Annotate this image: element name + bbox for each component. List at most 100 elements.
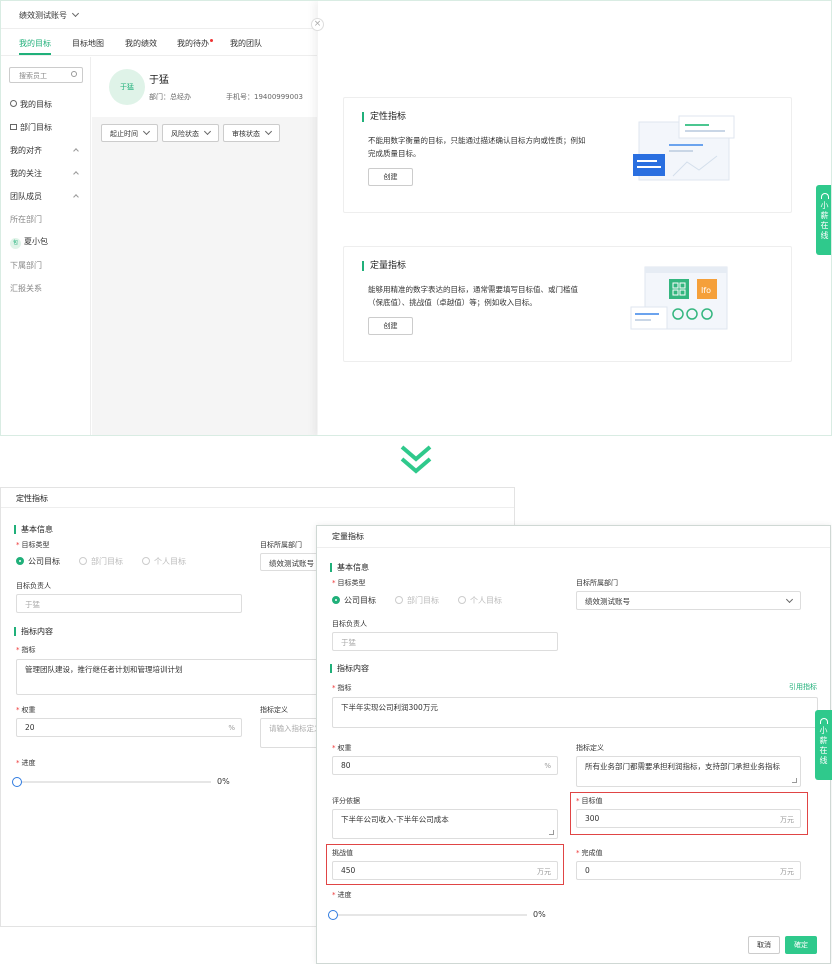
radio-dot: [79, 557, 87, 565]
tab-my-team[interactable]: 我的团队: [230, 38, 262, 49]
goal-type-label: * 目标类型: [332, 579, 366, 587]
section-indicator: 指标内容: [330, 664, 369, 673]
sidebar-item-my-goals[interactable]: 我的目标: [10, 99, 52, 110]
complete-value: 0: [585, 866, 590, 875]
radio-dot: [332, 596, 340, 604]
quote-indicator-link[interactable]: 引用指标: [789, 682, 817, 692]
radio-label: 公司目标: [28, 557, 60, 566]
label-text: 进度: [21, 759, 36, 767]
definition-value: 所有业务部门都需要承担利润指标，支持部门承担业务指标: [585, 762, 780, 771]
chevron-up-icon[interactable]: [73, 148, 79, 154]
account-switcher[interactable]: 绩效测试账号: [19, 9, 80, 21]
label-text: 权重: [337, 744, 352, 752]
radio-dot: [16, 557, 24, 565]
radio-label: 个人目标: [154, 557, 186, 566]
sidebar-item-member[interactable]: 包夏小包: [10, 236, 48, 249]
radio-company-goal[interactable]: 公司目标: [16, 556, 60, 567]
radio-label: 公司目标: [344, 596, 376, 605]
progress-slider[interactable]: [16, 781, 211, 783]
owner-field[interactable]: 于猛: [16, 594, 242, 613]
weight-input[interactable]: 20%: [16, 718, 242, 737]
label-text: 指标: [21, 646, 36, 654]
filter-label: 风险状态: [171, 130, 199, 138]
label-text: 目标类型: [21, 541, 50, 549]
profile-dept: 部门：总经办: [149, 93, 191, 101]
sidebar-item-following[interactable]: 我的关注: [10, 168, 42, 179]
radio-label: 部门目标: [91, 557, 123, 566]
sidebar-item-sub-dept[interactable]: 下属部门: [10, 260, 42, 271]
goal-type-label: * 目标类型: [16, 541, 50, 549]
owner-label: 目标负责人: [332, 620, 367, 628]
weight-input[interactable]: 80%: [332, 756, 558, 775]
tab-my-goals[interactable]: 我的目标: [19, 38, 51, 49]
filter-date-range[interactable]: 起止时间: [101, 124, 158, 142]
profile-name: 于猛: [149, 75, 169, 86]
dept-select[interactable]: 绩效测试账号: [576, 591, 801, 610]
tab-my-todo[interactable]: 我的待办: [177, 38, 213, 49]
chevron-down-icon: [71, 9, 80, 18]
create-quantitative-button[interactable]: 创建: [368, 317, 413, 335]
close-icon[interactable]: ×: [311, 18, 324, 31]
radio-dept-goal[interactable]: 部门目标: [79, 556, 123, 567]
search-input[interactable]: 搜索员工: [9, 67, 83, 83]
goals-app-window: 绩效测试账号 我的目标 目标地图 我的绩效 我的待办 我的团队 搜索员工 我的目…: [0, 0, 832, 436]
cancel-button[interactable]: 取消: [748, 936, 780, 954]
qualitative-card: 定性指标 不能用数字衡量的目标，只能通过描述确认目标方向或性质；例如完成质量目标…: [343, 97, 792, 213]
filter-review-status[interactable]: 审核状态: [223, 124, 280, 142]
weight-label: * 权重: [332, 744, 352, 752]
unit: %: [544, 762, 551, 770]
resize-handle-icon[interactable]: [792, 778, 797, 783]
create-qualitative-button[interactable]: 创建: [368, 168, 413, 186]
weight-value: 80: [341, 761, 351, 770]
resize-handle-icon[interactable]: [549, 830, 554, 835]
radio-dept-goal[interactable]: 部门目标: [395, 595, 439, 606]
owner-field[interactable]: 于猛: [332, 632, 558, 651]
challenge-input[interactable]: 450 万元: [332, 861, 558, 880]
radio-company-goal[interactable]: 公司目标: [332, 595, 376, 606]
definition-textarea[interactable]: 所有业务部门都需要承担利润指标，支持部门承担业务指标: [576, 756, 801, 787]
radio-label: 个人目标: [470, 596, 502, 605]
slider-handle[interactable]: [328, 910, 338, 920]
sidebar-item-dept-goals[interactable]: 部门目标: [10, 122, 52, 133]
chevron-down-icon: [264, 127, 273, 136]
filter-risk-status[interactable]: 风险状态: [162, 124, 219, 142]
card-description: 不能用数字衡量的目标，只能通过描述确认目标方向或性质；例如完成质量目标。: [368, 136, 586, 158]
sidebar-item-own-dept[interactable]: 所在部门: [10, 214, 42, 225]
basis-textarea[interactable]: 下半年公司收入-下半年公司成本: [332, 809, 558, 839]
challenge-label: 挑战值: [332, 849, 353, 857]
online-service-tab[interactable]: 小薪在线: [816, 185, 831, 255]
sidebar-item-reporting[interactable]: 汇报关系: [10, 283, 42, 294]
radio-personal-goal[interactable]: 个人目标: [142, 556, 186, 567]
divider: [1, 507, 514, 508]
goals-main: 于猛 于猛 部门：总经办 手机号：19400999003 起止时间 风险状态 审…: [92, 57, 317, 435]
target-input[interactable]: 300 万元: [576, 809, 801, 828]
label-text: 完成值: [581, 849, 603, 857]
progress-label: * 进度: [16, 759, 36, 767]
section-basic-info: 基本信息: [14, 525, 53, 534]
filter-label: 起止时间: [110, 130, 138, 138]
quantitative-form: 定量指标 基本信息 * 目标类型 公司目标 部门目标 个人目标 目标所属部门 绩效…: [316, 525, 831, 964]
weight-label: * 权重: [16, 706, 36, 714]
basis-value: 下半年公司收入-下半年公司成本: [341, 815, 449, 824]
sidebar-item-team-members[interactable]: 团队成员: [10, 191, 42, 202]
chevron-up-icon[interactable]: [73, 194, 79, 200]
definition-label: 指标定义: [260, 706, 288, 714]
confirm-button[interactable]: 確定: [785, 936, 817, 954]
sidebar-item-alignment[interactable]: 我的对齐: [10, 145, 42, 156]
tab-goal-map[interactable]: 目标地图: [72, 38, 104, 49]
tab-my-performance[interactable]: 我的绩效: [125, 38, 157, 49]
chevron-down-icon: [142, 127, 151, 136]
chevron-up-icon[interactable]: [73, 171, 79, 177]
indicator-textarea[interactable]: 下半年实现公司利润300万元: [332, 697, 818, 728]
sidebar: 搜索员工 我的目标 部门目标 我的对齐 我的关注 团队成员 所在部门 包夏小包 …: [1, 57, 91, 435]
complete-input[interactable]: 0 万元: [576, 861, 801, 880]
progress-slider[interactable]: [332, 914, 527, 916]
profile-header: 于猛 于猛 部门：总经办 手机号：19400999003: [92, 57, 317, 117]
online-service-tab[interactable]: 小薪在线: [815, 710, 832, 780]
slider-handle[interactable]: [12, 777, 22, 787]
form-title: 定性指标: [16, 494, 48, 503]
progress-value: 0%: [217, 777, 230, 786]
section-basic-info: 基本信息: [330, 563, 369, 572]
radio-personal-goal[interactable]: 个人目标: [458, 595, 502, 606]
section-indicator: 指标内容: [14, 627, 53, 636]
